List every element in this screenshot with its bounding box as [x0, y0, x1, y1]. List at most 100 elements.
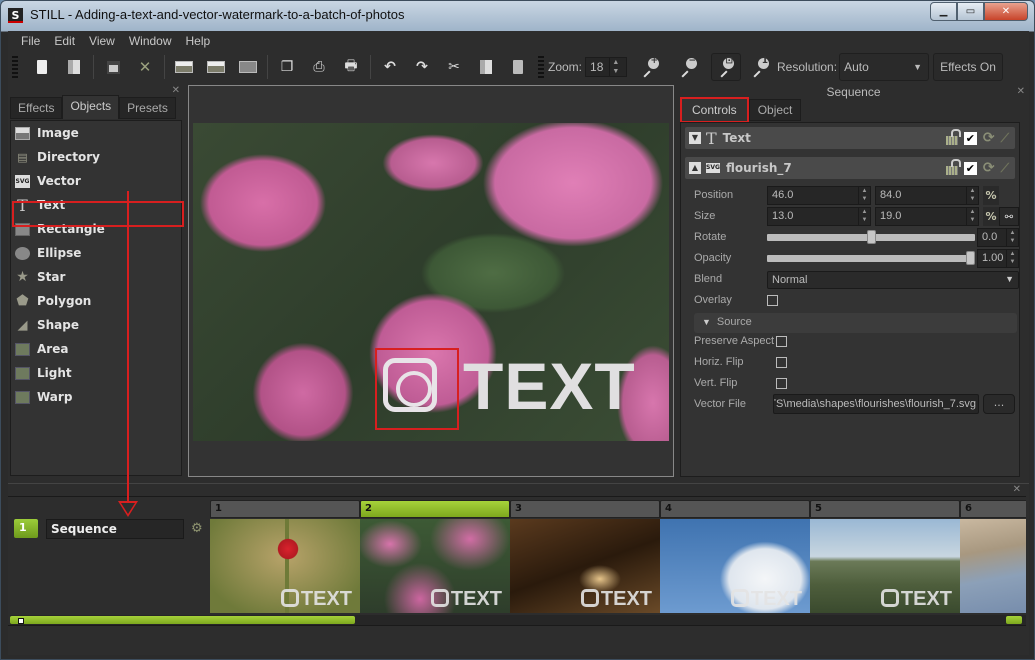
stepper[interactable]: ▲ ▼ — [966, 208, 978, 225]
stepper[interactable]: ▲ ▼ — [1006, 250, 1018, 267]
object-item-shape[interactable]: ◢ Shape — [11, 313, 181, 337]
text-watermark[interactable]: TEXT — [463, 348, 636, 424]
tab-controls[interactable]: Controls — [680, 97, 749, 123]
position-y-input[interactable]: 84.0 ▲ ▼ — [875, 186, 979, 205]
link-aspect-icon[interactable]: ⚯ — [999, 207, 1019, 226]
object-item-star[interactable]: ★ Star — [11, 265, 181, 289]
menu-help[interactable]: Help — [179, 31, 218, 51]
new-document-button[interactable] — [31, 56, 53, 78]
menu-window[interactable]: Window — [122, 31, 179, 51]
import-image-button[interactable] — [173, 56, 195, 78]
reset-icon[interactable]: ⟳ — [983, 160, 995, 176]
zoom-spinbox[interactable]: 18 ▲ ▼ — [585, 57, 628, 77]
opacity-slider-thumb[interactable] — [966, 251, 975, 265]
duplicate-button[interactable] — [63, 56, 85, 78]
lock-icon[interactable] — [945, 129, 961, 145]
rotate-slider-thumb[interactable] — [866, 230, 876, 244]
maximize-button[interactable]: ▭ — [957, 2, 984, 21]
reset-icon[interactable]: ⟳ — [983, 130, 995, 146]
frame-thumbnail-4[interactable]: 4 TEXT — [660, 500, 810, 613]
opacity-slider[interactable] — [767, 251, 975, 265]
export-image-button[interactable] — [205, 56, 227, 78]
source-section-header[interactable]: ▼ Source — [694, 313, 1017, 333]
stepper[interactable]: ▲ ▼ — [858, 187, 870, 204]
print-button[interactable]: 🖶 — [340, 56, 362, 78]
horiz-flip-checkbox[interactable] — [776, 357, 787, 368]
preserve-aspect-checkbox[interactable] — [776, 336, 787, 347]
close-window-button[interactable]: ✕ — [984, 2, 1028, 21]
visibility-checkbox[interactable]: ✔ — [963, 161, 977, 175]
layer-row-text[interactable]: ▼ T Text ✔ ⟳ ⟋ — [685, 127, 1015, 149]
tab-objects[interactable]: Objects — [62, 95, 120, 119]
layer-row-flourish[interactable]: ▲ SVG flourish_7 ✔ ⟳ ⟋ — [685, 157, 1015, 179]
copy-button[interactable] — [475, 56, 497, 78]
object-item-image[interactable]: Image — [11, 121, 181, 145]
object-item-vector[interactable]: SVG Vector — [11, 169, 181, 193]
position-percent-toggle[interactable]: % — [983, 186, 999, 205]
resolution-select[interactable]: Auto ▼ — [839, 53, 930, 81]
overlay-checkbox[interactable] — [767, 295, 778, 306]
lock-icon[interactable] — [945, 159, 961, 175]
frame-thumbnail-1[interactable]: 1 TEXT — [210, 500, 360, 613]
undo-button[interactable]: ↶ — [379, 56, 401, 78]
panel-close-icon[interactable]: ✕ — [1017, 86, 1025, 97]
menu-file[interactable]: File — [14, 31, 47, 51]
wand-icon[interactable]: ⟋ — [1001, 161, 1009, 176]
cut-button[interactable]: ✂ — [443, 56, 465, 78]
size-h-input[interactable]: 19.0 ▲ ▼ — [875, 207, 979, 226]
zoom-fit-button[interactable]: ⊡ — [711, 53, 742, 81]
stepper[interactable]: ▲ ▼ — [858, 208, 870, 225]
object-item-polygon[interactable]: ⬟ Polygon — [11, 289, 181, 313]
redo-button[interactable]: ↷ — [411, 56, 433, 78]
size-w-input[interactable]: 13.0 ▲ ▼ — [767, 207, 871, 226]
close-document-button[interactable]: ✕ — [134, 56, 156, 78]
paste-button[interactable] — [507, 56, 529, 78]
effects-toggle-button[interactable]: Effects On — [933, 53, 1003, 81]
vector-file-input[interactable]: TS\media\shapes\flourishes\flourish_7.sv… — [773, 394, 979, 414]
position-x-input[interactable]: 46.0 ▲ ▼ — [767, 186, 871, 205]
timeline-scroll-thumb[interactable] — [10, 616, 356, 624]
browse-button[interactable]: ... — [983, 394, 1015, 414]
panel-close-icon[interactable]: ✕ — [172, 85, 180, 96]
blend-select[interactable]: Normal ▼ — [767, 271, 1019, 289]
object-item-directory[interactable]: ▤ Directory — [11, 145, 181, 169]
tab-object[interactable]: Object — [748, 99, 802, 121]
panel-close-icon[interactable]: ✕ — [1013, 484, 1021, 495]
object-item-ellipse[interactable]: Ellipse — [11, 241, 181, 265]
frame-thumbnail-5[interactable]: 5 TEXT — [810, 500, 960, 613]
photo-preview[interactable]: TEXT — [193, 123, 669, 441]
minimize-button[interactable]: ▁ — [930, 2, 957, 21]
zoom-actual-button[interactable]: 1 — [751, 56, 770, 76]
save-button[interactable] — [102, 56, 124, 78]
tab-effects[interactable]: Effects — [10, 97, 63, 119]
expand-toggle-icon[interactable]: ▼ — [689, 132, 701, 144]
toolbar-grip[interactable] — [538, 56, 544, 78]
import-directory-button[interactable] — [237, 56, 259, 78]
tab-presets[interactable]: Presets — [119, 97, 176, 119]
stepper[interactable]: ▲ ▼ — [966, 187, 978, 204]
opacity-input[interactable]: 1.00 ▲ ▼ — [977, 249, 1019, 268]
sequence-number-badge[interactable]: 1 — [14, 519, 38, 538]
canvas-viewport[interactable]: TEXT — [188, 85, 674, 477]
sequence-name-field[interactable]: Sequence — [46, 519, 184, 539]
collapse-toggle-icon[interactable]: ▲ — [689, 162, 701, 174]
stepper[interactable]: ▲ ▼ — [1006, 229, 1018, 246]
render-all-button[interactable]: ❐ — [276, 56, 298, 78]
object-item-light[interactable]: Light — [11, 361, 181, 385]
timeline-scroll-end[interactable] — [1006, 616, 1022, 624]
size-percent-toggle[interactable]: % — [983, 207, 999, 226]
frame-thumbnail-6[interactable]: 6 — [960, 500, 1026, 613]
timeline-scrollbar[interactable] — [10, 615, 1026, 625]
menu-edit[interactable]: Edit — [47, 31, 82, 51]
object-item-rectangle[interactable]: Rectangle — [11, 217, 181, 241]
zoom-in-button[interactable]: + — [641, 56, 660, 76]
rotate-slider[interactable] — [767, 230, 975, 244]
object-item-text[interactable]: T Text — [11, 193, 181, 217]
wand-icon[interactable]: ⟋ — [1001, 131, 1009, 146]
zoom-stepper[interactable]: ▲ ▼ — [609, 58, 621, 76]
export-pdf-button[interactable]: ⎙ — [308, 56, 330, 78]
zoom-out-button[interactable]: − — [679, 56, 698, 76]
toolbar-grip[interactable] — [12, 56, 18, 78]
rotate-input[interactable]: 0.0 ▲ ▼ — [977, 228, 1019, 247]
visibility-checkbox[interactable]: ✔ — [963, 131, 977, 145]
